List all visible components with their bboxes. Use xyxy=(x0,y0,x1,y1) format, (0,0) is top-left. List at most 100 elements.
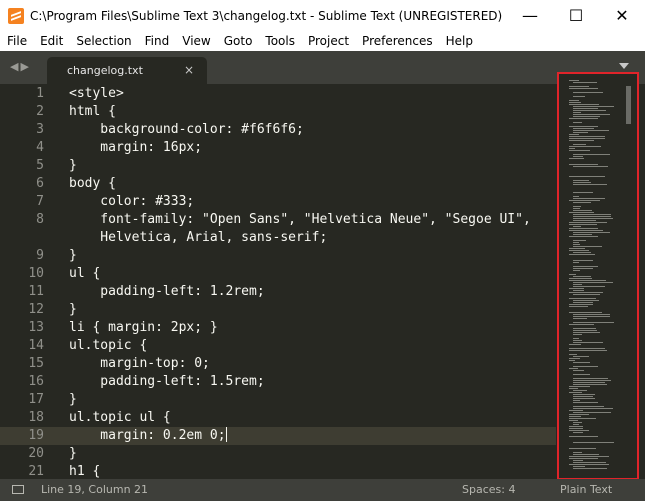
minimap-text-line xyxy=(573,328,596,329)
minimap-text-line xyxy=(569,236,598,237)
maximize-button[interactable]: ☐ xyxy=(553,0,599,31)
line-number: 7 xyxy=(36,194,44,209)
minimap-text-line xyxy=(569,416,581,417)
editor-line: 3 background-color: #f6f6f6; xyxy=(0,121,556,139)
minimap-text-line xyxy=(573,332,600,333)
editor-line-active: 19 margin: 0.2em 0; xyxy=(0,427,556,445)
syntax-selector[interactable]: Plain Text xyxy=(560,483,612,496)
close-button[interactable]: ✕ xyxy=(599,0,645,31)
minimap-text-line xyxy=(573,114,610,115)
line-text: } xyxy=(69,446,77,461)
menu-file[interactable]: File xyxy=(0,34,33,48)
menu-bar: File Edit Selection Find View Goto Tools… xyxy=(0,31,645,51)
minimap-text-line xyxy=(573,196,579,197)
minimize-button[interactable]: — xyxy=(507,0,553,31)
tab-dropdown-icon[interactable] xyxy=(619,63,629,69)
minimap-text-line xyxy=(569,456,609,457)
menu-preferences[interactable]: Preferences xyxy=(355,34,439,48)
menu-help[interactable]: Help xyxy=(439,34,479,48)
minimap-text-line xyxy=(573,390,587,391)
minimap-text-line xyxy=(569,274,576,275)
menu-view[interactable]: View xyxy=(175,34,216,48)
line-text: li { margin: 2px; } xyxy=(69,320,218,335)
minimap-text-line xyxy=(569,420,578,421)
minimap-text-line xyxy=(569,102,581,103)
line-number: 6 xyxy=(36,176,44,191)
menu-tools[interactable]: Tools xyxy=(258,34,301,48)
minimap-text-line xyxy=(573,166,608,167)
line-number: 15 xyxy=(28,356,44,371)
line-text: html { xyxy=(69,104,116,119)
minimap-text-line xyxy=(573,340,582,341)
line-text: <style> xyxy=(69,86,124,101)
minimap-text-line xyxy=(569,436,598,437)
minimap-text-line xyxy=(573,262,579,263)
line-text: } xyxy=(69,158,77,173)
editor-area[interactable]: 1 <style> 2 html { 3 background-color: #f6… xyxy=(0,84,645,479)
minimap-text-line xyxy=(573,220,596,221)
minimap-text-line xyxy=(573,252,591,253)
editor-line: 10 ul { xyxy=(0,265,556,283)
minimap-text-line xyxy=(569,344,581,345)
minimap-text-line xyxy=(573,384,607,385)
minimap-text-line xyxy=(569,410,583,411)
minimap-text-line xyxy=(573,424,579,425)
minimap-viewport-indicator[interactable] xyxy=(626,86,631,124)
editor-line: 20} xyxy=(0,445,556,463)
minimap-text-line xyxy=(569,292,603,293)
minimap-text-line xyxy=(573,370,584,371)
line-text: } xyxy=(69,248,77,263)
minimap-text-line xyxy=(569,100,579,101)
minimap-text-line xyxy=(569,312,602,313)
line-number: 8 xyxy=(36,212,44,227)
line-number: 10 xyxy=(28,266,44,281)
minimap-text-line xyxy=(573,116,600,117)
minimap-text-line xyxy=(573,318,587,319)
line-number: 13 xyxy=(28,320,44,335)
minimap-text-line xyxy=(569,324,594,325)
minimap-text-line xyxy=(573,192,593,193)
minimap-text-line xyxy=(569,230,603,231)
status-bar: Line 19, Column 21 Spaces: 4 Plain Text xyxy=(0,479,645,501)
line-text: ul.topic { xyxy=(69,338,148,353)
minimap-text-line xyxy=(573,432,583,433)
menu-selection[interactable]: Selection xyxy=(69,34,137,48)
line-number: 20 xyxy=(28,446,44,461)
menu-project[interactable]: Project xyxy=(301,34,355,48)
panel-toggle-icon[interactable] xyxy=(12,485,24,494)
minimap-text-line xyxy=(573,338,579,339)
minimap[interactable] xyxy=(557,72,639,480)
minimap-text-line xyxy=(573,460,583,461)
minimap-text-line xyxy=(573,454,599,455)
line-number: 17 xyxy=(28,392,44,407)
line-number: 1 xyxy=(36,86,44,101)
line-text: background-color: #f6f6f6; xyxy=(69,122,304,137)
line-text: body { xyxy=(69,176,116,191)
menu-goto[interactable]: Goto xyxy=(217,34,259,48)
sublime-text-icon xyxy=(8,7,24,24)
minimap-text-line xyxy=(573,234,592,235)
minimap-text-line xyxy=(573,202,591,203)
menu-find[interactable]: Find xyxy=(138,34,176,48)
minimap-text-line xyxy=(573,266,598,267)
tab-changelog[interactable]: changelog.txt × xyxy=(47,57,207,84)
minimap-text-line xyxy=(569,306,588,307)
minimap-text-line xyxy=(569,426,583,427)
line-number: 2 xyxy=(36,104,44,119)
indentation-setting[interactable]: Spaces: 4 xyxy=(462,483,515,496)
minimap-text-line xyxy=(569,428,583,429)
tab-close-icon[interactable]: × xyxy=(184,63,194,77)
minimap-text-line xyxy=(569,354,577,355)
minimap-text-line xyxy=(573,282,613,283)
minimap-text-line xyxy=(573,214,611,215)
minimap-text-line xyxy=(569,250,589,251)
line-text: ul.topic ul { xyxy=(69,410,171,425)
menu-edit[interactable]: Edit xyxy=(33,34,69,48)
tab-nav-arrows-icon[interactable]: ◀▶ xyxy=(10,60,31,73)
minimap-text-line xyxy=(569,138,605,139)
window-title: C:\Program Files\Sublime Text 3\changelo… xyxy=(30,8,503,23)
editor-line: 14 ul.topic { xyxy=(0,337,556,355)
minimap-text-line xyxy=(569,392,582,393)
minimap-text-line xyxy=(573,240,586,241)
minimap-text-line xyxy=(569,368,578,369)
